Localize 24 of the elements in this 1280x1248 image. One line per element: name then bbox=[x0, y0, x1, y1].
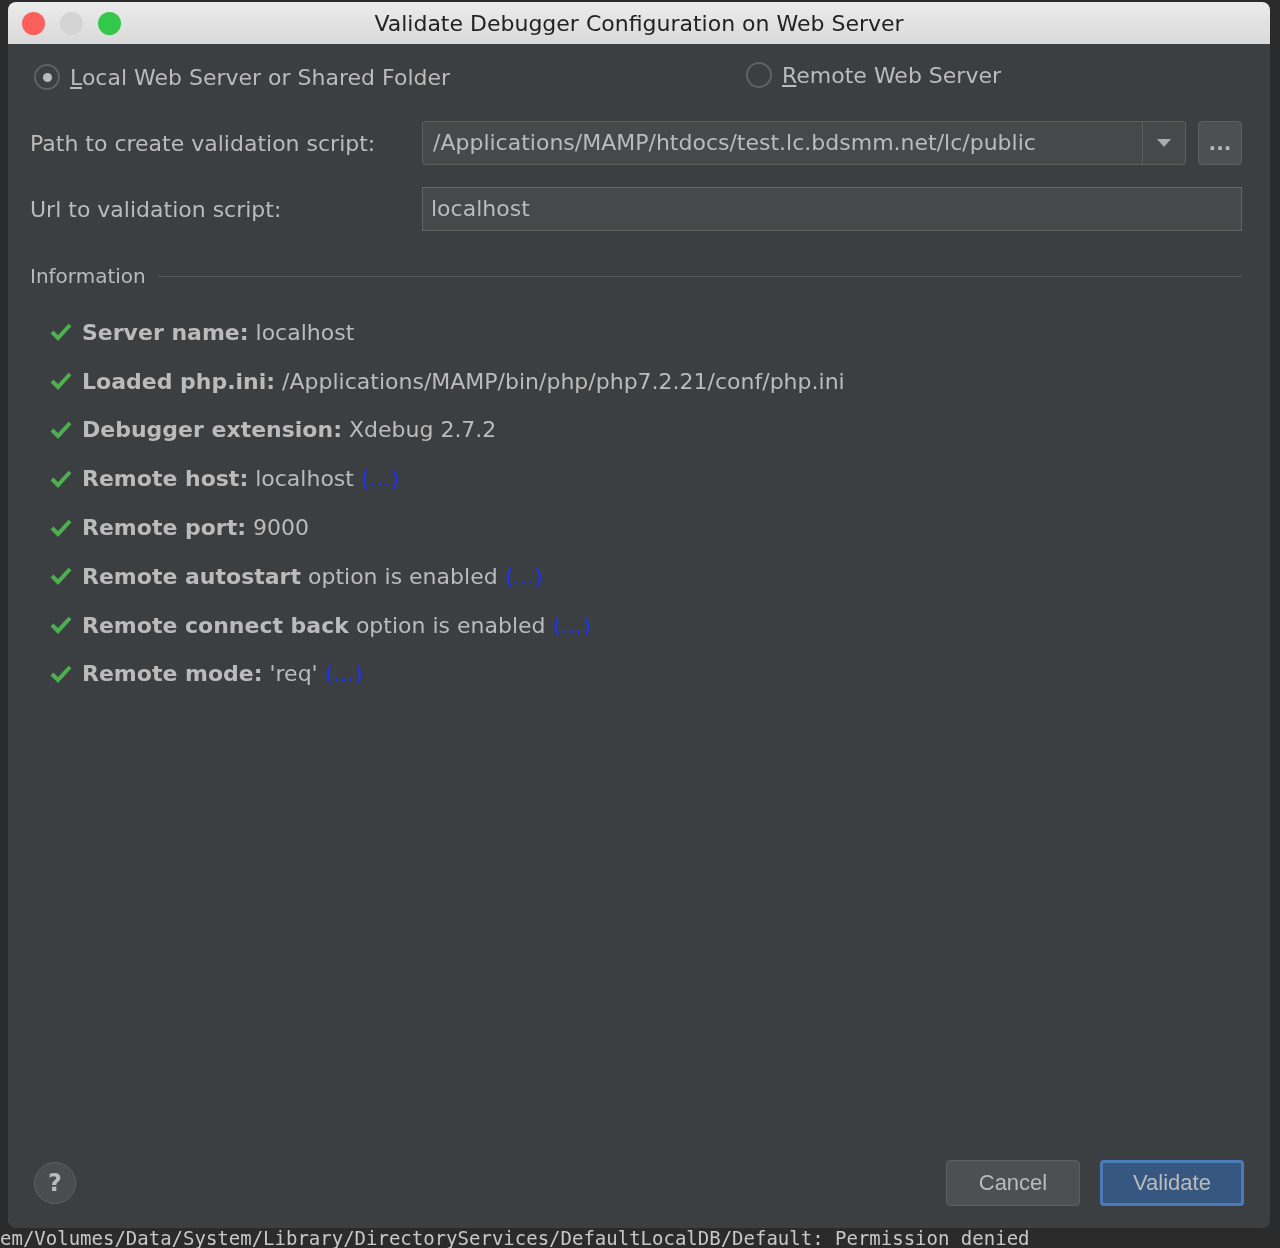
url-input-field[interactable]: localhost bbox=[422, 187, 1242, 231]
validate-button[interactable]: Validate bbox=[1100, 1160, 1244, 1206]
help-button[interactable]: ? bbox=[34, 1162, 76, 1204]
cancel-button[interactable]: Cancel bbox=[946, 1160, 1080, 1206]
info-text: Remote autostart option is enabled bbox=[82, 563, 498, 589]
info-text: Debugger extension: Xdebug 2.7.2 bbox=[82, 417, 497, 443]
radio-icon[interactable] bbox=[746, 62, 772, 88]
section-title: Information bbox=[30, 264, 146, 288]
window-title: Validate Debugger Configuration on Web Server bbox=[374, 10, 904, 36]
field-label: Path to create validation script: bbox=[30, 130, 377, 156]
info-text: Remote port: 9000 bbox=[82, 515, 309, 541]
info-text: Remote mode: 'req' bbox=[82, 661, 318, 687]
info-text: Remote connect back option is enabled bbox=[82, 612, 546, 638]
field-label: Url to validation script: bbox=[30, 196, 283, 222]
close-icon[interactable] bbox=[22, 12, 45, 35]
path-combo-box[interactable]: /Applications/MAMP/htdocs/test.lc.bdsmm.net/lc/public bbox=[422, 121, 1186, 165]
info-text: Remote host: localhost bbox=[82, 466, 354, 492]
radio-icon[interactable] bbox=[34, 64, 60, 90]
info-text: Server name: localhost bbox=[82, 319, 355, 345]
browse-button[interactable]: ... bbox=[1198, 121, 1242, 165]
zoom-icon[interactable] bbox=[98, 12, 121, 35]
radio-option[interactable]: Remote Web Server bbox=[746, 62, 1001, 88]
radio-option[interactable]: Local Web Server or Shared Folder bbox=[34, 64, 451, 90]
info-text: Loaded php.ini: /Applications/MAMP/bin/php/php7.2.21/conf/php.ini bbox=[82, 368, 845, 394]
